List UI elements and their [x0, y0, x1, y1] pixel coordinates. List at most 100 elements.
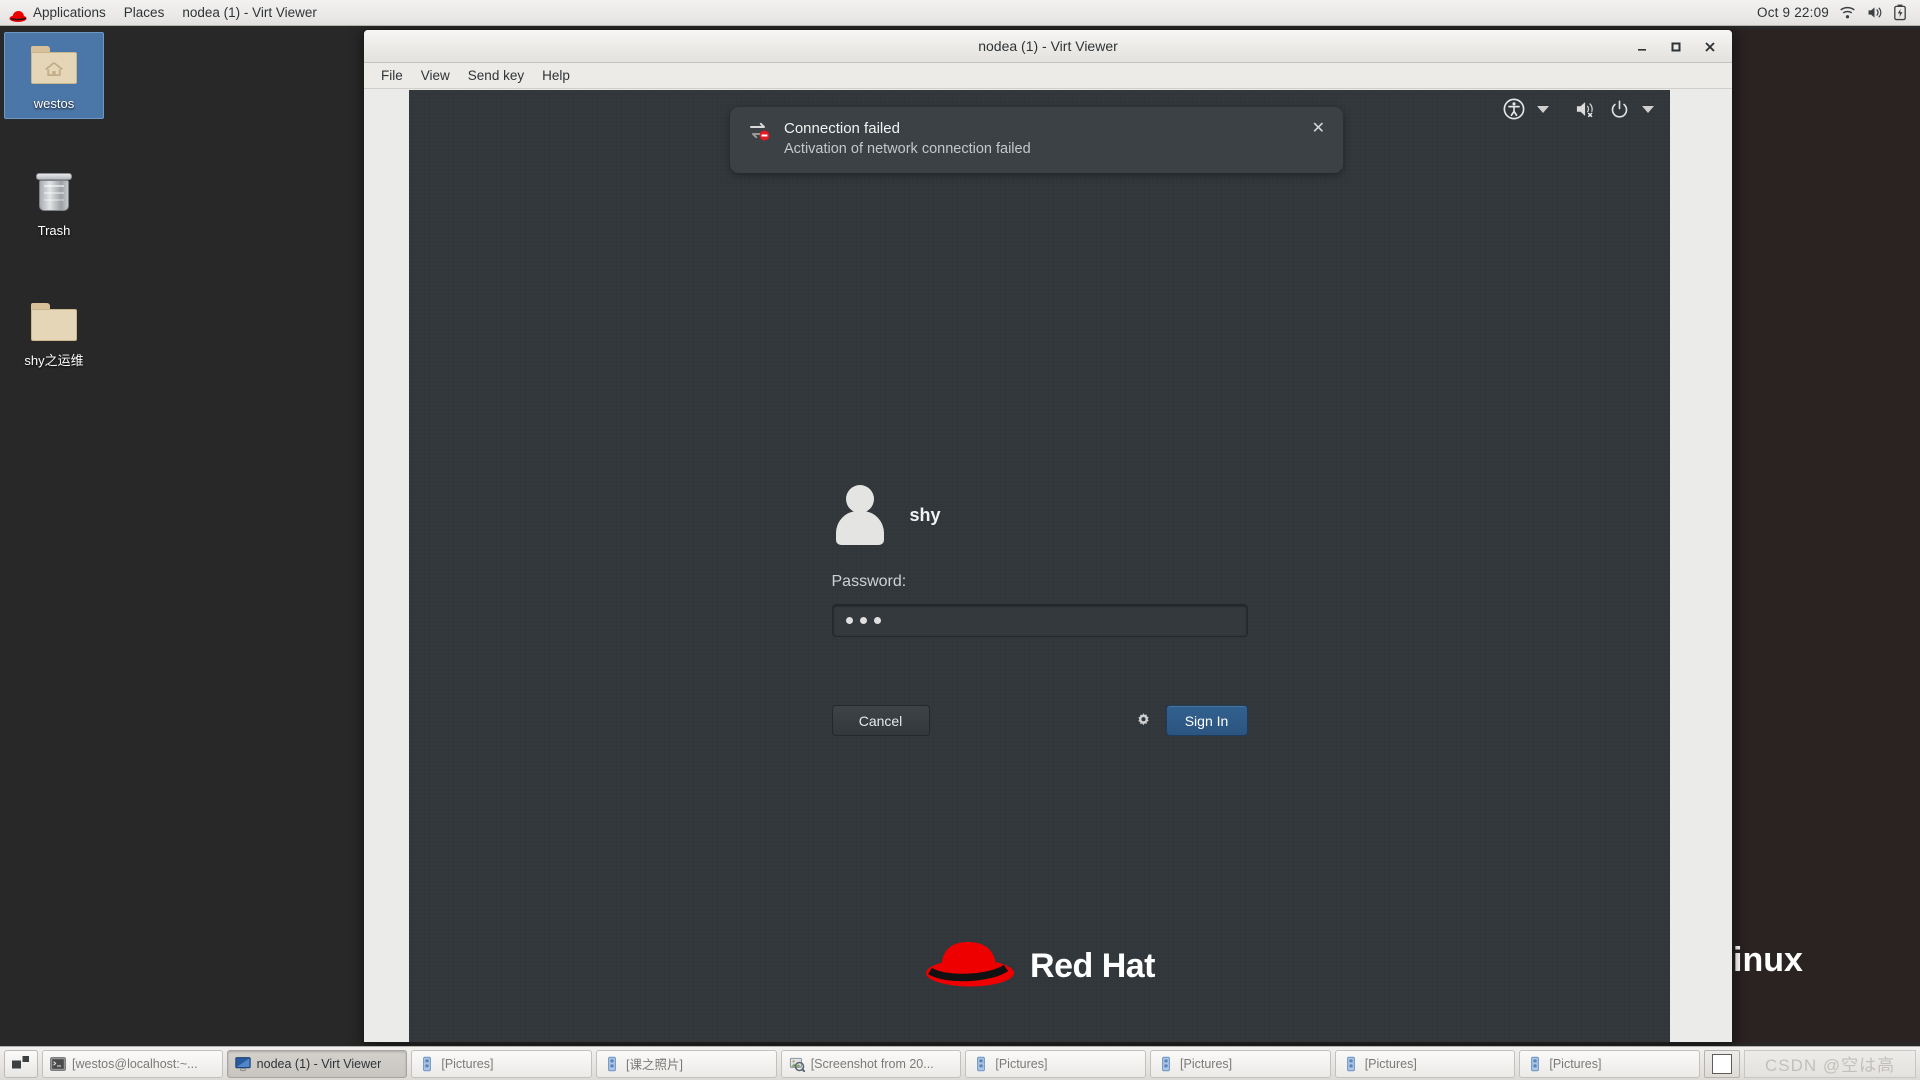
cancel-button[interactable]: Cancel: [831, 705, 930, 736]
trash-icon: [6, 166, 102, 218]
notification-title: Connection failed: [784, 120, 900, 137]
places-menu[interactable]: Places: [115, 0, 174, 26]
taskbar-item-label: [Pictures]: [441, 1056, 494, 1071]
gdm-status-controls: [1503, 98, 1654, 120]
network-error-icon: [748, 119, 772, 143]
signin-group: Sign In: [1135, 705, 1248, 736]
red-hat-branding: Red Hat: [409, 938, 1670, 995]
window-title: nodea (1) - Virt Viewer: [978, 38, 1118, 54]
close-button[interactable]: [1702, 39, 1718, 55]
desktop-root: Applications Places nodea (1) - Virt Vie…: [0, 0, 1920, 1080]
minimize-button[interactable]: [1634, 39, 1650, 55]
clock[interactable]: Oct 9 22:09: [1757, 5, 1829, 20]
taskbar-item-pictures-4[interactable]: [Pictures]: [1334, 1049, 1516, 1078]
notification-close-icon[interactable]: ✕: [1308, 119, 1329, 139]
applications-menu-label: Applications: [33, 4, 106, 20]
connection-failed-notification[interactable]: Connection failed Activation of network …: [730, 107, 1343, 173]
csdn-watermark: CSDN @空は高: [1744, 1049, 1917, 1078]
gdm-login-form: shy Password: Cancel Sign In: [409, 482, 1670, 736]
taskbar-item-virt-viewer[interactable]: nodea (1) - Virt Viewer: [226, 1049, 408, 1078]
image-viewer-icon: [789, 1056, 805, 1072]
home-folder-icon: [7, 39, 101, 91]
active-window-menu-label: nodea (1) - Virt Viewer: [182, 4, 317, 20]
notification-body: Activation of network connection failed: [784, 141, 1031, 157]
volume-icon[interactable]: [1866, 4, 1883, 21]
folder-icon: [6, 296, 102, 348]
taskbar-item-label: [Pictures]: [1364, 1056, 1417, 1071]
show-desktop-button[interactable]: [1704, 1049, 1741, 1078]
password-dot: [845, 617, 853, 624]
taskbar: [westos@localhost:~... nodea (1) - Virt …: [0, 1046, 1920, 1080]
desktop-icon-trash[interactable]: Trash: [4, 160, 104, 245]
file-manager-icon: [419, 1056, 435, 1072]
taskbar-item-pictures-2[interactable]: [Pictures]: [965, 1049, 1147, 1078]
file-manager-icon: [604, 1056, 620, 1072]
login-button-row: Cancel Sign In: [831, 705, 1248, 736]
file-manager-icon: [1158, 1056, 1174, 1072]
taskbar-item-label: [Pictures]: [1180, 1056, 1233, 1071]
top-panel: Applications Places nodea (1) - Virt Vie…: [0, 0, 1920, 26]
desktop-icon-label: Trash: [37, 223, 71, 238]
taskbar-item-label: [Screenshot from 20...: [810, 1056, 934, 1071]
redhat-logo-icon: [9, 6, 27, 22]
window-controls: [1634, 30, 1726, 63]
menu-help-label: Help: [542, 67, 570, 83]
wifi-icon[interactable]: [1839, 4, 1856, 21]
taskbar-item-label: [Pictures]: [995, 1056, 1048, 1071]
virt-viewer-menubar: File View Send key Help: [364, 63, 1732, 89]
file-manager-icon: [973, 1056, 989, 1072]
maximize-button[interactable]: [1668, 39, 1684, 55]
virt-viewer-window[interactable]: nodea (1) - Virt Viewer File View Send k…: [363, 29, 1733, 1043]
chevron-down-icon[interactable]: [1537, 105, 1549, 113]
file-manager-icon: [1527, 1056, 1543, 1072]
menu-send-key-label: Send key: [467, 67, 525, 83]
applications-menu[interactable]: Applications: [0, 0, 115, 26]
chevron-down-icon[interactable]: [1642, 105, 1654, 113]
user-avatar-icon: [832, 485, 888, 545]
taskbar-item-terminal[interactable]: [westos@localhost:~...: [42, 1049, 223, 1078]
taskbar-item-pictures-1[interactable]: [Pictures]: [411, 1049, 593, 1078]
taskbar-item-screenshot[interactable]: [Screenshot from 20...: [780, 1049, 962, 1078]
taskbar-item-label: [Pictures]: [1549, 1056, 1602, 1071]
vm-display[interactable]: Connection failed Activation of network …: [409, 90, 1670, 1042]
virt-viewer-body: Connection failed Activation of network …: [364, 90, 1732, 1042]
terminal-icon: [50, 1056, 66, 1072]
notification-text: Connection failed Activation of network …: [784, 119, 1308, 160]
virt-viewer-titlebar[interactable]: nodea (1) - Virt Viewer: [364, 30, 1732, 63]
accessibility-icon[interactable]: [1503, 98, 1525, 120]
power-icon[interactable]: [1609, 99, 1630, 120]
desktop-icon-label: shy之运维: [24, 353, 84, 368]
password-dot: [873, 617, 881, 624]
menu-send-key[interactable]: Send key: [459, 65, 533, 87]
desktop-icon-westos[interactable]: westos: [4, 32, 104, 119]
top-panel-status-area: Oct 9 22:09: [1757, 4, 1920, 21]
menu-view-label: View: [420, 67, 450, 83]
user-row: shy: [832, 482, 1248, 548]
file-manager-icon: [1343, 1056, 1359, 1072]
taskbar-item-pictures-5[interactable]: [Pictures]: [1519, 1049, 1701, 1078]
taskbar-item-ke-zhi-zhaopian[interactable]: [课之照片]: [596, 1049, 777, 1078]
active-window-menu[interactable]: nodea (1) - Virt Viewer: [173, 0, 326, 26]
sign-in-button[interactable]: Sign In: [1165, 705, 1248, 736]
battery-icon[interactable]: [1893, 4, 1910, 21]
taskbar-item-label: [课之照片]: [626, 1058, 683, 1072]
taskbar-item-label: [westos@localhost:~...: [72, 1056, 198, 1071]
gear-icon[interactable]: [1135, 712, 1152, 729]
volume-muted-icon[interactable]: [1575, 99, 1597, 119]
taskbar-item-label: nodea (1) - Virt Viewer: [256, 1056, 382, 1071]
red-hat-wordmark: Red Hat: [1030, 947, 1155, 985]
taskbar-item-pictures-3[interactable]: [Pictures]: [1150, 1049, 1331, 1078]
menu-view[interactable]: View: [412, 65, 459, 87]
menu-help[interactable]: Help: [533, 65, 579, 87]
username-label: shy: [909, 504, 941, 525]
password-input[interactable]: [831, 604, 1248, 637]
desktop-icon-shy-yunwei[interactable]: shy之运维: [4, 290, 104, 375]
workspace-switcher-icon[interactable]: [4, 1049, 38, 1078]
desktop-icon-label: westos: [33, 96, 75, 111]
places-menu-label: Places: [123, 4, 165, 20]
background-window-text: inux: [1733, 941, 1803, 979]
background-window[interactable]: inux: [1725, 29, 1920, 1043]
show-desktop-icon: [1712, 1053, 1733, 1074]
menu-file[interactable]: File: [372, 65, 412, 87]
display-icon: [234, 1056, 251, 1072]
